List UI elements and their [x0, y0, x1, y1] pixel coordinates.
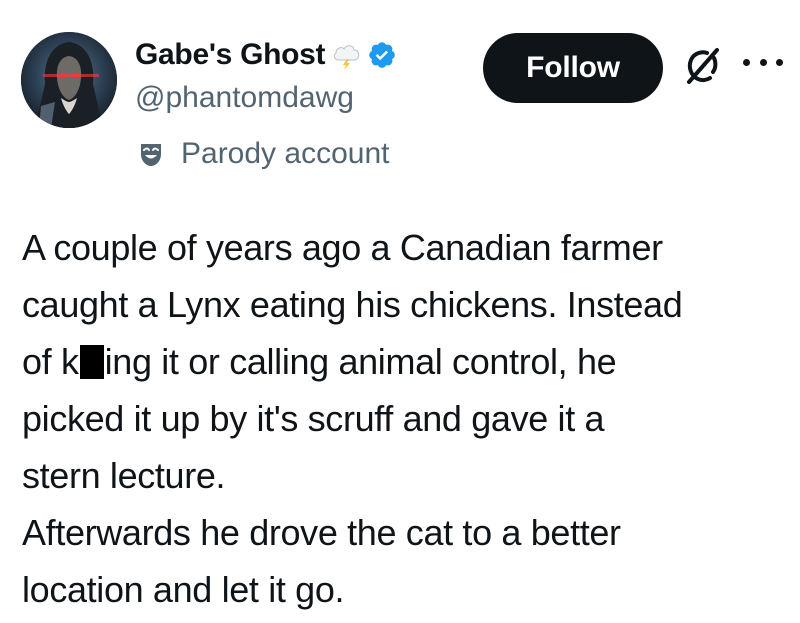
tweet-line-end: ing it or calling animal control, he — [104, 341, 617, 382]
verified-badge-icon[interactable] — [367, 40, 397, 70]
tweet-line: caught a Lynx eating his chickens. Inste… — [22, 284, 683, 325]
tweet-line: of k ing it or calling animal control, he — [22, 333, 792, 390]
display-name[interactable]: Gabe's Ghost — [135, 38, 326, 72]
grok-icon[interactable] — [680, 44, 724, 88]
parody-mask-icon — [135, 138, 167, 170]
censor-block — [79, 345, 104, 379]
more-options-icon[interactable] — [743, 52, 783, 72]
tweet-line: location and let it go. — [22, 569, 345, 610]
tweet-line: Afterwards he drove the cat to a better — [22, 512, 621, 553]
follow-button[interactable]: Follow — [483, 33, 663, 103]
tweet-line: A couple of years ago a Canadian farmer — [22, 227, 663, 268]
user-handle[interactable]: @phantomdawg — [135, 78, 397, 118]
tweet-text: A couple of years ago a Canadian farmer … — [22, 219, 792, 618]
tweet-line: picked it up by it's scruff and gave it … — [22, 398, 605, 439]
avatar-hooded-figure-icon — [21, 32, 117, 128]
parody-label: Parody account — [181, 137, 390, 170]
cloud-lightning-icon — [331, 40, 363, 70]
tweet-line-start: of k — [22, 341, 79, 382]
tweet-line: stern lecture. — [22, 455, 226, 496]
avatar[interactable] — [21, 32, 117, 128]
